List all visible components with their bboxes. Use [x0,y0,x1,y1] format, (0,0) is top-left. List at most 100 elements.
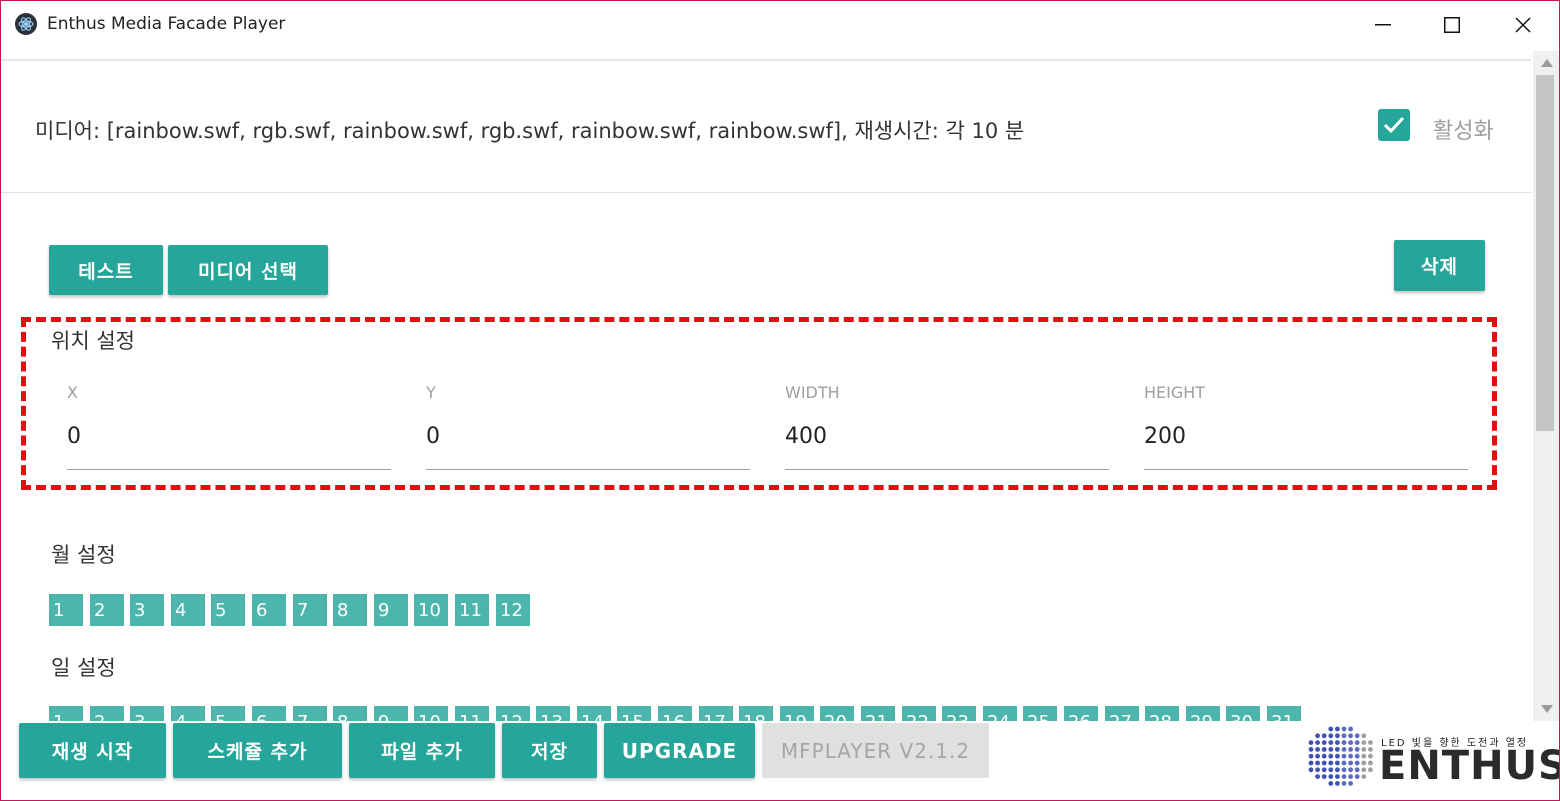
maximize-button[interactable] [1422,7,1482,43]
logo-dot [1354,767,1360,773]
logo-dot [1308,753,1314,759]
month-chip-5[interactable]: 5 [211,594,245,626]
logo-dot [1341,726,1347,732]
logo-dot [1321,740,1327,745]
select-media-button[interactable]: 미디어 선택 [168,245,328,295]
month-chip-9[interactable]: 9 [374,594,408,626]
upgrade-button[interactable]: UPGRADE [604,723,755,778]
logo-dot [1321,774,1327,779]
minimize-button[interactable] [1353,7,1413,43]
month-chip-10[interactable]: 10 [414,594,448,626]
version-button: MFPLAYER V2.1.2 [762,723,989,778]
logo-dot [1315,740,1320,745]
width-field-label: WIDTH [785,383,840,402]
logo-dot [1328,733,1334,739]
month-chip-1[interactable]: 1 [49,594,83,626]
logo-dot [1348,774,1353,779]
scroll-up-arrow-icon[interactable] [1541,59,1553,67]
logo-dot [1308,747,1314,752]
logo-dot [1321,733,1327,739]
y-field-label: Y [426,383,436,402]
day-section-title: 일 설정 [51,656,116,680]
logo-dot [1315,733,1320,739]
active-checkbox[interactable] [1378,109,1410,141]
logo-dot [1341,781,1347,786]
logo-dot [1315,774,1320,779]
logo-dot [1368,753,1373,759]
app-window: Enthus Media Facade Player 미디어: [rainbow… [0,0,1560,801]
logo-dot [1308,740,1314,745]
active-label: 활성화 [1433,119,1494,144]
scroll-down-arrow-icon[interactable] [1541,705,1553,713]
title-bar: Enthus Media Facade Player [1,1,1559,49]
logo-dot [1335,733,1340,739]
logo-dot [1328,726,1334,732]
logo-dot [1321,760,1327,766]
scroll-thumb[interactable] [1536,75,1554,431]
logo-dot [1361,767,1367,773]
logo-dot [1354,774,1360,779]
logo-dot [1361,747,1367,752]
logo-dot [1354,733,1360,739]
save-button[interactable]: 저장 [502,723,597,778]
add-schedule-button[interactable]: 스케쥴 추가 [173,723,342,778]
logo-dot [1354,747,1360,752]
logo-dot [1335,747,1340,752]
test-button[interactable]: 테스트 [49,245,163,295]
y-field-underline [426,469,750,470]
logo-dot [1328,781,1334,786]
width-field-underline [785,469,1109,470]
logo-dot [1335,767,1340,773]
logo-dot [1341,747,1347,752]
logo-dot [1315,753,1320,759]
month-chip-8[interactable]: 8 [333,594,367,626]
x-field[interactable]: 0 [67,424,81,449]
logo-dot [1315,747,1320,752]
month-chip-3[interactable]: 3 [130,594,164,626]
month-chip-7[interactable]: 7 [293,594,327,626]
logo-dot [1315,760,1320,766]
section-divider [1,192,1531,193]
y-field[interactable]: 0 [426,424,440,449]
logo-dot [1348,726,1353,732]
close-button[interactable] [1493,7,1553,43]
position-highlight-box [21,317,1497,490]
logo-dot [1348,767,1353,773]
logo-dot [1335,740,1340,745]
x-field-underline [67,469,391,470]
position-section-title: 위치 설정 [51,329,135,353]
month-chip-12[interactable]: 12 [496,594,530,626]
month-section-title: 월 설정 [51,543,116,567]
month-chip-6[interactable]: 6 [252,594,286,626]
logo-dot [1341,753,1347,759]
height-field[interactable]: 200 [1144,424,1186,449]
logo-dot [1354,740,1360,745]
logo-dot [1341,767,1347,773]
logo-dot [1348,760,1353,766]
logo-dot [1348,753,1353,759]
logo-dot [1335,753,1340,759]
play-start-button[interactable]: 재생 시작 [19,723,166,778]
x-field-label: X [67,383,78,402]
logo-dot [1335,760,1340,766]
month-chip-2[interactable]: 2 [90,594,124,626]
add-file-button[interactable]: 파일 추가 [349,723,495,778]
logo-dot [1335,726,1340,732]
maximize-icon [1444,17,1460,33]
content-top-border [1,59,1531,61]
logo-dot [1341,760,1347,766]
logo-dot [1361,733,1367,739]
logo-dot [1321,767,1327,773]
height-field-label: HEIGHT [1144,383,1206,402]
logo-dot [1368,760,1373,766]
delete-button[interactable]: 삭제 [1394,240,1485,291]
window-title: Enthus Media Facade Player [47,14,286,34]
logo-dot [1348,733,1353,739]
month-chip-11[interactable]: 11 [455,594,489,626]
height-field-underline [1144,469,1468,470]
enthus-logo-icon [1308,726,1373,786]
width-field[interactable]: 400 [785,424,827,449]
logo-dot [1368,747,1373,752]
logo-dot [1341,733,1347,739]
month-chip-4[interactable]: 4 [171,594,205,626]
